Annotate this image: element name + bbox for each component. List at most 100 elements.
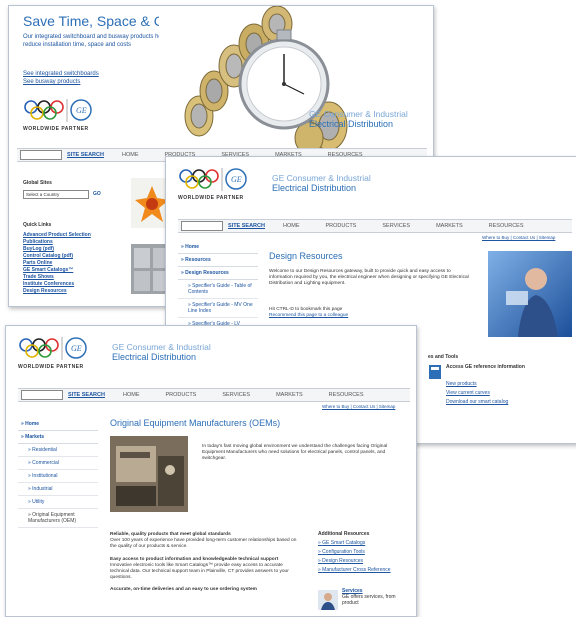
nav-markets[interactable]: MARKETS — [276, 392, 303, 398]
services-person-icon — [318, 590, 338, 610]
olympic-rings-icon: GE — [24, 99, 92, 122]
svg-text:GE: GE — [231, 175, 242, 184]
nav-services[interactable]: SERVICES — [382, 223, 410, 229]
recommend-link[interactable]: Recommend this page to a colleague — [269, 313, 469, 319]
site-search-link[interactable]: SITE SEARCH — [67, 152, 104, 158]
menu-home[interactable]: » Home — [18, 418, 98, 431]
quick-link[interactable]: Advanced Product Selection — [23, 232, 91, 239]
utility-links[interactable]: Where to Buy | Contact Us | Sitemap — [482, 235, 555, 240]
engineer-photo — [488, 251, 572, 337]
left-menu: » Home » Markets » Residential » Commerc… — [18, 418, 98, 528]
submenu-item[interactable]: » Utility — [18, 496, 98, 509]
nav-products[interactable]: PRODUCTS — [325, 223, 356, 229]
intro-text: In today's fast moving global environmen… — [202, 444, 388, 462]
hero-text: Our integrated switchboard and busway pr… — [23, 34, 167, 48]
page-title: Design Resources — [269, 251, 343, 261]
left-menu: » Home » Resources » Design Resources » … — [178, 241, 258, 331]
submenu-item-selected[interactable]: » Original Equipment Manufacturers (OEM) — [18, 509, 98, 528]
utility-links[interactable]: Where to Buy | Contact Us | Sitemap — [322, 404, 395, 409]
resource-link[interactable]: » Manufacturer Cross Reference — [318, 566, 410, 575]
nav-home[interactable]: HOME — [123, 392, 140, 398]
nav-products[interactable]: PRODUCTS — [165, 392, 196, 398]
quick-link[interactable]: Publications — [23, 239, 91, 246]
factory-photo — [110, 436, 188, 512]
tool-link[interactable]: New products — [446, 380, 568, 389]
global-sites: Global Sites Select a Country GO — [23, 180, 101, 199]
search-input[interactable] — [21, 390, 63, 400]
services-text: GE offers services, from product — [342, 594, 396, 606]
page-title: Original Equipment Manufacturers (OEMs) — [110, 418, 281, 428]
go-button[interactable]: GO — [93, 191, 101, 198]
benefit-heading: Easy access to product information and k… — [110, 556, 279, 562]
book-icon — [429, 365, 441, 379]
search-input[interactable] — [20, 150, 62, 160]
menu-design-resources[interactable]: » Design Resources — [178, 267, 258, 280]
submenu-item[interactable]: » Specifier's Guide - Table of Contents — [178, 280, 258, 299]
menu-markets[interactable]: » Markets — [18, 431, 98, 444]
quick-link[interactable]: Trade Shows — [23, 274, 91, 281]
nav-markets[interactable]: MARKETS — [436, 223, 463, 229]
brand-line-2: Electrical Distribution — [272, 183, 357, 193]
olympic-ge-logo: GE WORLDWIDE PARTNER — [18, 336, 88, 370]
country-select[interactable]: Select a Country — [23, 190, 89, 199]
quick-link[interactable]: GE Smart Catalogs™ — [23, 267, 91, 274]
quick-link[interactable]: BuyLog (pdf) — [23, 246, 91, 253]
quick-link[interactable]: Design Resources — [23, 288, 91, 295]
svg-text:GE: GE — [71, 344, 82, 353]
tool-link[interactable]: View current curves — [446, 389, 568, 398]
brand-line-1: GE Consumer & Industrial — [272, 173, 371, 183]
olympic-rings-icon: GE — [19, 337, 87, 360]
submenu-item[interactable]: » Institutional — [18, 470, 98, 483]
olympic-ge-logo: GE WORLDWIDE PARTNER — [178, 167, 248, 201]
intro-text: Welcome to our Design Resources gateway,… — [269, 269, 469, 287]
menu-resources[interactable]: » Resources — [178, 254, 258, 267]
resource-link[interactable]: » GE Smart Catalogs — [318, 539, 410, 548]
worldwide-partner-label: WORLDWIDE PARTNER — [18, 364, 84, 370]
brand-line-1: GE Consumer & Industrial — [112, 342, 211, 352]
access-reference: Access GE reference information — [446, 364, 525, 370]
submenu-item[interactable]: » Residential — [18, 444, 98, 457]
link-integrated-switchboards[interactable]: See integrated switchboards — [23, 70, 99, 78]
submenu-item[interactable]: » Industrial — [18, 483, 98, 496]
site-search-link[interactable]: SITE SEARCH — [228, 223, 265, 229]
svg-text:GE: GE — [76, 106, 87, 115]
search-input[interactable] — [181, 221, 223, 231]
additional-resources-title: Additional Resources — [318, 531, 370, 537]
coins-stopwatch-image — [159, 6, 433, 156]
benefit-heading: Accurate, on-time deliveries and an easy… — [110, 587, 257, 593]
nav-home[interactable]: HOME — [283, 223, 300, 229]
nav-home[interactable]: HOME — [122, 152, 139, 158]
benefit-body: Over 100 years of experience have provid… — [110, 538, 297, 550]
nav-resources[interactable]: RESOURCES — [489, 223, 524, 229]
top-nav: SITE SEARCH HOME PRODUCTS SERVICES MARKE… — [18, 388, 410, 402]
services-block: Services GE offers services, from produc… — [342, 588, 412, 606]
brand-line-2: Electrical Distribution — [309, 119, 394, 129]
brand-title: GE Consumer & Industrial Electrical Dist… — [112, 342, 211, 362]
quick-link[interactable]: Control Catalog (pdf) — [23, 253, 91, 260]
olympic-ge-logo: GE WORLDWIDE PARTNER — [23, 98, 93, 132]
top-nav: SITE SEARCH HOME PRODUCTS SERVICES MARKE… — [178, 219, 572, 233]
brand-title: GE Consumer & Industrial Electrical Dist… — [309, 109, 408, 129]
submenu-item[interactable]: » Specifier's Guide - MV One Line Index — [178, 299, 258, 318]
link-busway-products[interactable]: See busway products — [23, 78, 99, 86]
site-search-link[interactable]: SITE SEARCH — [68, 392, 105, 398]
tool-link[interactable]: Download our smart catalog — [446, 398, 568, 407]
tools-title: es and Tools — [428, 354, 459, 360]
global-sites-label: Global Sites — [23, 180, 52, 186]
nav-services[interactable]: SERVICES — [222, 392, 250, 398]
brand-line-1: GE Consumer & Industrial — [309, 109, 408, 119]
additional-resources: Additional Resources » GE Smart Catalogs… — [318, 530, 410, 575]
quick-link[interactable]: Parts Online — [23, 260, 91, 267]
resource-link[interactable]: » Configuration Tools — [318, 548, 410, 557]
submenu-item[interactable]: » Commercial — [18, 457, 98, 470]
tools-panel: es and Tools Access GE reference informa… — [428, 353, 568, 407]
quick-link[interactable]: Institute Conferences — [23, 281, 91, 288]
benefits-text: Reliable, quality products that meet glo… — [110, 532, 300, 594]
resource-link[interactable]: » Design Resources — [318, 557, 410, 566]
worldwide-partner-label: WORLDWIDE PARTNER — [178, 195, 244, 201]
menu-home[interactable]: » Home — [178, 241, 258, 254]
quick-links-label: Quick Links — [23, 222, 52, 228]
nav-resources[interactable]: RESOURCES — [329, 392, 364, 398]
brand-line-2: Electrical Distribution — [112, 352, 197, 362]
olympic-rings-icon: GE — [179, 168, 247, 191]
